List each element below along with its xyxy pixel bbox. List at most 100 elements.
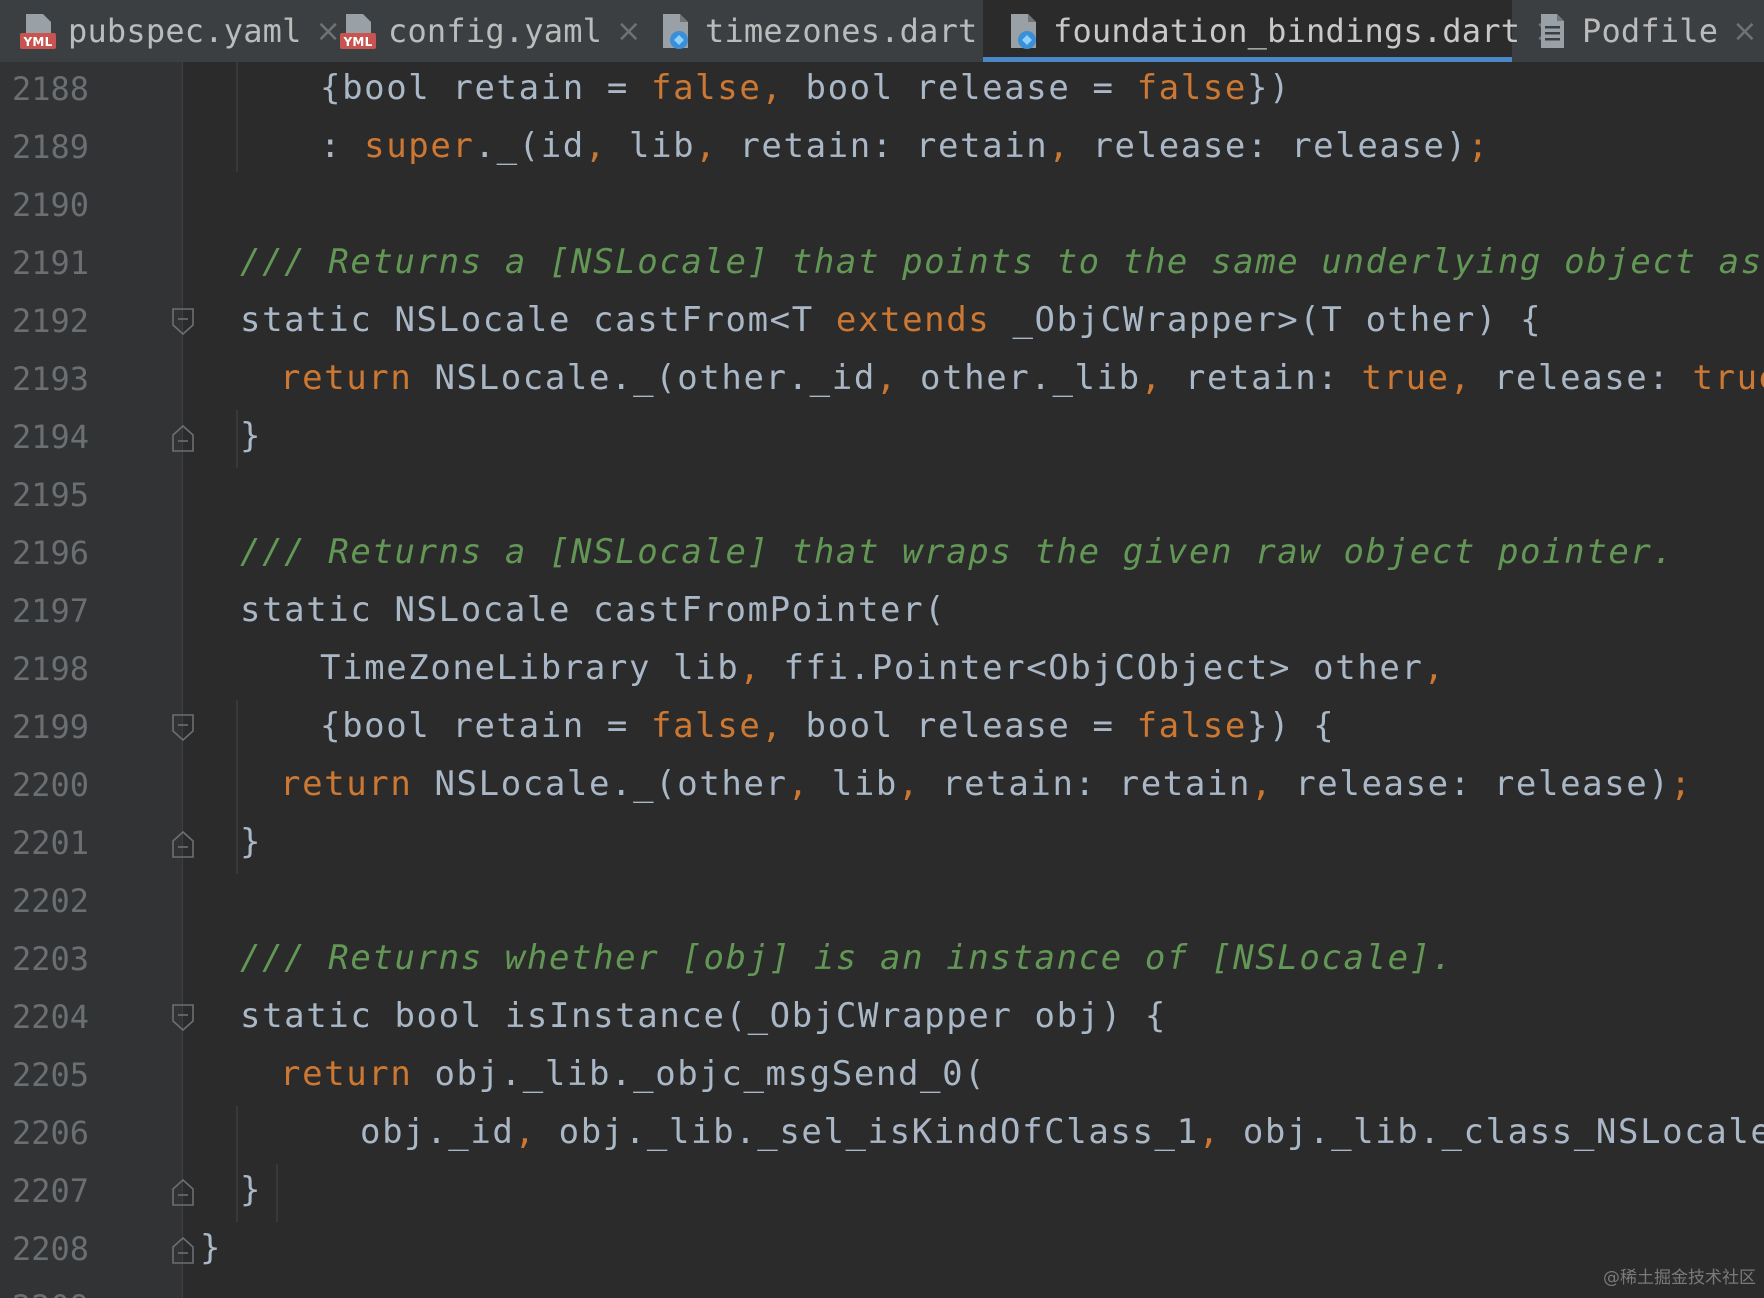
line-text: obj._id, obj._lib._sel_isKindOfClass_1, …: [360, 1112, 1764, 1152]
tab-pubspec-yaml[interactable]: YML pubspec.yaml ×: [0, 0, 341, 62]
tab-label: timezones.dart: [705, 12, 978, 50]
code-line: 2191 /// Returns a [NSLocale] that points…: [0, 236, 1764, 294]
keyword-token: ,: [584, 126, 629, 166]
line-number: 2197: [12, 592, 90, 630]
line-text: {bool retain = false, bool release = fal…: [320, 706, 1335, 746]
code-token: ffi.Pointer<ObjCObject> other: [783, 648, 1424, 688]
keyword-token: ,: [1048, 126, 1093, 166]
fold-end-icon[interactable]: [172, 1178, 194, 1206]
code-token: release: release): [1092, 126, 1468, 166]
tab-timezones-dart[interactable]: timezones.dart ×: [641, 0, 1017, 62]
line-number: 2189: [12, 128, 90, 166]
code-token: release: release): [1295, 764, 1671, 804]
code-line: 2207 }: [0, 1164, 1764, 1222]
code-line: 2198 TimeZoneLibrary lib, ffi.Pointer<Obj…: [0, 642, 1764, 700]
code-line: 2199 {bool retain = false, bool release …: [0, 700, 1764, 758]
line-text: }: [240, 822, 262, 862]
code-token: static bool isInstance(_ObjCWrapper obj)…: [240, 996, 1167, 1036]
keyword-token: true: [1361, 358, 1450, 398]
keyword-token: extends: [835, 300, 991, 340]
line-text: TimeZoneLibrary lib, ffi.Pointer<ObjCObj…: [320, 648, 1446, 688]
line-text: /// Returns a [NSLocale] that wraps the …: [240, 532, 1675, 572]
watermark: @稀土掘金技术社区: [1603, 1268, 1756, 1288]
line-number: 2195: [12, 476, 90, 514]
line-number: 2193: [12, 360, 90, 398]
keyword-token: return: [280, 764, 413, 804]
yaml-file-icon: YML: [18, 11, 58, 51]
keyword-token: return: [280, 358, 413, 398]
line-text: static NSLocale castFromPointer(: [240, 590, 946, 630]
keyword-token: super: [364, 126, 475, 166]
code-token: bool release =: [805, 68, 1137, 108]
line-number: 2207: [12, 1172, 90, 1210]
fold-collapse-icon[interactable]: [172, 714, 194, 742]
keyword-token: ,: [1423, 648, 1446, 688]
line-number: 2209: [12, 1288, 89, 1298]
code-token: bool release =: [805, 706, 1137, 746]
code-token: lib: [629, 126, 696, 166]
line-number: 2190: [12, 186, 90, 224]
tab-podfile[interactable]: Podfile ×: [1512, 0, 1764, 62]
line-number: 2198: [12, 650, 90, 688]
text-file-icon: [1532, 11, 1572, 51]
yaml-file-icon: YML: [338, 11, 378, 51]
code-line: 2194 }: [0, 410, 1764, 468]
line-number: 2203: [12, 940, 90, 978]
line-number: 2191: [12, 244, 90, 282]
code-token: lib: [831, 764, 898, 804]
comment-token: /// Returns whether [obj] is an instance…: [240, 938, 1454, 978]
tab-label: Podfile: [1582, 12, 1719, 50]
tab-label: config.yaml: [388, 12, 603, 50]
fold-collapse-icon[interactable]: [172, 1004, 194, 1032]
keyword-token: return: [280, 1054, 413, 1094]
keyword-token: ,: [761, 68, 806, 108]
keyword-token: false: [1136, 68, 1247, 108]
code-token: {bool retain =: [320, 706, 652, 746]
code-token: }: [200, 1228, 223, 1268]
keyword-token: ;: [1467, 126, 1490, 166]
line-number: 2200: [12, 766, 90, 804]
code-token: static NSLocale castFrom<T: [240, 300, 836, 340]
line-text: return obj._lib._objc_msgSend_0(: [280, 1054, 986, 1094]
dart-file-icon: [1003, 11, 1043, 51]
line-text: }: [200, 1228, 222, 1268]
comment-token: /// Returns a [NSLocale] that points to …: [240, 242, 1764, 282]
keyword-token: ,: [514, 1112, 559, 1152]
code-token: obj._lib._objc_msgSend_0(: [412, 1054, 987, 1094]
keyword-token: ,: [761, 706, 806, 746]
keyword-token: false: [651, 706, 762, 746]
code-line: 2203 /// Returns whether [obj] is an inst…: [0, 932, 1764, 990]
keyword-token: ,: [1449, 358, 1494, 398]
code-token: }: [240, 822, 263, 862]
tab-label: foundation_bindings.dart: [1053, 12, 1521, 50]
line-number: 2194: [12, 418, 90, 456]
code-token: :: [320, 126, 365, 166]
code-token: obj._id: [360, 1112, 515, 1152]
code-editor[interactable]: 2188 {bool retain = false, bool release =…: [0, 62, 1764, 1298]
code-line: 2205 return obj._lib._objc_msgSend_0(: [0, 1048, 1764, 1106]
keyword-token: ,: [1140, 358, 1185, 398]
dart-file-icon: [655, 11, 695, 51]
close-icon[interactable]: ×: [616, 14, 641, 49]
code-line: 2208 }: [0, 1222, 1764, 1280]
keyword-token: ,: [695, 126, 740, 166]
code-line: 2200 return NSLocale._(other, lib, retain…: [0, 758, 1764, 816]
line-number: 2201: [12, 824, 90, 862]
fold-end-icon[interactable]: [172, 830, 194, 858]
line-text: static NSLocale castFrom<T extends _ObjC…: [240, 300, 1542, 340]
tab-config-yaml[interactable]: YML config.yaml ×: [318, 0, 641, 62]
code-token: NSLocale._(other: [412, 764, 788, 804]
code-token: other._lib: [920, 358, 1141, 398]
code-token: retain:: [1184, 358, 1362, 398]
keyword-token: ,: [1198, 1112, 1243, 1152]
fold-end-icon[interactable]: [172, 1236, 194, 1264]
tab-foundation-bindings-dart[interactable]: foundation_bindings.dart ×: [983, 0, 1559, 62]
line-text: /// Returns whether [obj] is an instance…: [240, 938, 1454, 978]
close-icon[interactable]: ×: [1732, 14, 1757, 49]
line-text: }: [240, 1170, 262, 1210]
fold-end-icon[interactable]: [172, 424, 194, 452]
code-line: 2193 return NSLocale._(other._id, other._…: [0, 352, 1764, 410]
line-number: 2204: [12, 998, 90, 1036]
fold-collapse-icon[interactable]: [172, 308, 194, 336]
code-line: 2202: [0, 874, 1764, 932]
